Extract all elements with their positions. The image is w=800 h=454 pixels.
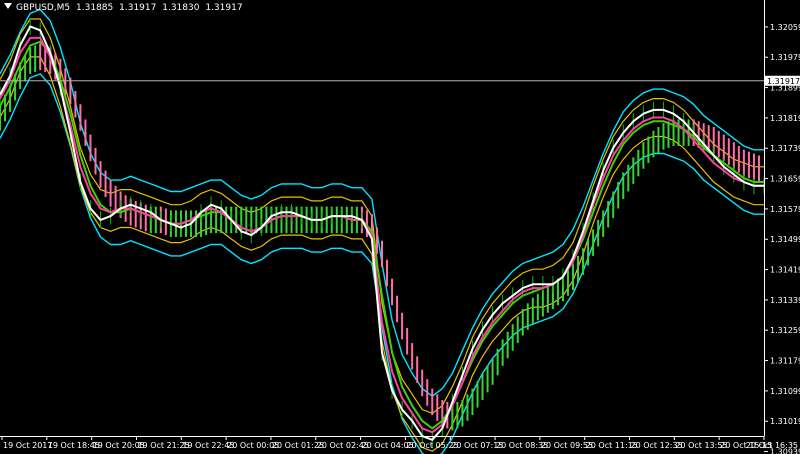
- symbol-header: GBPUSD,M5 1.31885 1.31917 1.31830 1.3191…: [4, 3, 246, 13]
- y-tick-label: 1.32059: [770, 23, 800, 32]
- y-tick-label: 1.31499: [770, 235, 800, 244]
- price-chart[interactable]: 1.321391.320591.319791.318991.318191.317…: [0, 0, 800, 454]
- y-tick-label: 1.31339: [770, 296, 800, 305]
- y-tick-label: 1.31659: [770, 175, 800, 184]
- y-tick-label: 1.31019: [770, 417, 800, 426]
- current-price-label: 1.31917: [767, 77, 800, 86]
- y-tick-label: 1.31099: [770, 387, 800, 396]
- y-tick-label: 1.31179: [770, 357, 800, 366]
- low-value: 1.31830: [162, 3, 200, 13]
- menu-triangle-icon[interactable]: [4, 3, 12, 9]
- y-tick-label: 1.31259: [770, 326, 800, 335]
- y-tick-label: 1.31579: [770, 205, 800, 214]
- open-value: 1.31885: [76, 3, 114, 13]
- y-tick-label: 1.31979: [770, 53, 800, 62]
- y-tick-label: 1.31739: [770, 144, 800, 153]
- y-tick-label: 1.31819: [770, 114, 800, 123]
- y-tick-label: 1.31419: [770, 266, 800, 275]
- symbol-label: GBPUSD,M5: [16, 3, 71, 13]
- close-value: 1.31917: [205, 3, 243, 13]
- x-tick-label: 20 Oct 16:35: [746, 441, 798, 450]
- high-value: 1.31917: [119, 3, 157, 13]
- y-tick-label: 1.32139: [770, 0, 800, 2]
- x-tick-label: 19 Oct 2017: [3, 441, 52, 450]
